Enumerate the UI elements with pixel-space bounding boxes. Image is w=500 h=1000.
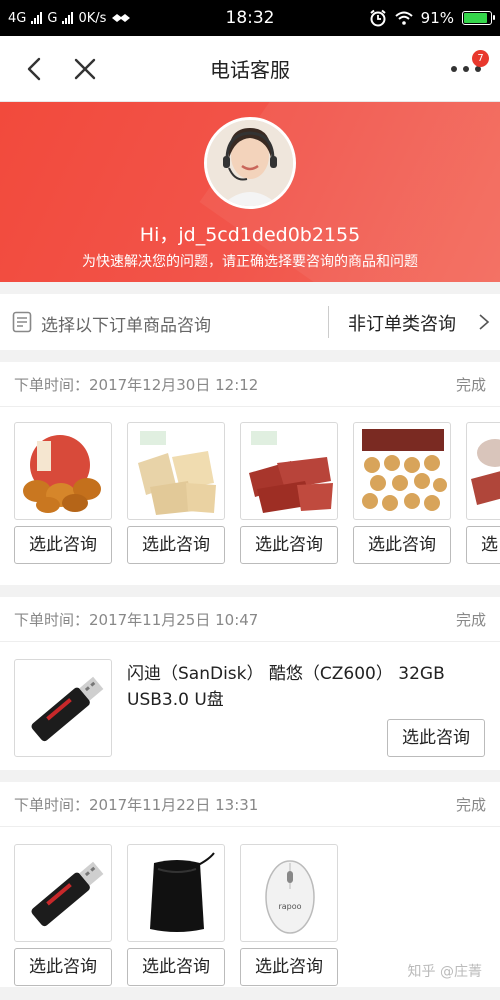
product-image-snack[interactable] xyxy=(353,422,451,520)
status-bar: 4G G 0K/s 18:32 91% xyxy=(0,0,500,36)
product-title[interactable]: 闪迪（SanDisk） 酷悠（CZ600） 32GB USB3.0 U盘 xyxy=(127,661,467,713)
notification-badge: 7 xyxy=(472,50,489,67)
select-consult-button[interactable]: 选此咨询 xyxy=(14,948,112,986)
handshake-icon xyxy=(112,14,131,22)
select-consult-button[interactable]: 选此咨询 xyxy=(127,526,225,564)
watermark: 知乎 @庄菁 xyxy=(407,964,482,980)
document-icon xyxy=(12,311,32,333)
battery-icon xyxy=(462,11,495,25)
order-status: 完成 xyxy=(455,375,486,394)
chevron-right-icon[interactable] xyxy=(478,314,490,330)
battery-percent: 91% xyxy=(420,9,454,27)
product-image-usb[interactable] xyxy=(14,659,112,757)
headset-agent-icon xyxy=(207,120,293,206)
back-arrow-icon[interactable] xyxy=(22,56,48,82)
product-image-chestnut[interactable] xyxy=(14,422,112,520)
order-card: 下单时间：2017年11月25日 10:47 完成 闪迪（SanDisk） 酷悠… xyxy=(0,597,500,770)
select-consult-button[interactable]: 选此咨询 xyxy=(127,948,225,986)
select-consult-button[interactable]: 选此咨询 xyxy=(14,526,112,564)
nav-bar: 电话客服 7 xyxy=(0,36,500,102)
order-card: 下单时间：2017年12月30日 12:12 完成 选此咨询 选此咨询 选此咨询… xyxy=(0,362,500,585)
consult-type-bar: 选择以下订单商品咨询 非订单类咨询 xyxy=(0,294,500,350)
select-consult-button[interactable]: 选此咨询 xyxy=(387,719,485,757)
network-speed: 0K/s xyxy=(78,10,107,26)
alarm-icon xyxy=(370,9,386,27)
header-subtitle: 为快速解决您的问题，请正确选择要咨询的商品和问题 xyxy=(82,254,418,270)
product-image-pouch[interactable] xyxy=(127,844,225,942)
product-image-partial[interactable] xyxy=(466,422,500,520)
order-time: 下单时间：2017年12月30日 12:12 xyxy=(14,375,259,394)
product-image-jerky[interactable] xyxy=(240,422,338,520)
order-status: 完成 xyxy=(455,610,486,629)
non-order-consult-link[interactable]: 非订单类咨询 xyxy=(348,310,456,336)
network-label: 4G xyxy=(8,10,27,26)
select-consult-button[interactable]: 选此咨询 xyxy=(240,948,338,986)
select-consult-button[interactable]: 选此咨询 xyxy=(353,526,451,564)
order-card: 下单时间：2017年11月22日 13:31 完成 rapoo 选此咨询 选此咨… xyxy=(0,782,500,987)
agent-avatar xyxy=(204,117,296,209)
product-image-tofu[interactable] xyxy=(127,422,225,520)
order-consult-label: 选择以下订单商品咨询 xyxy=(41,316,211,336)
select-consult-button[interactable]: 选此咨询 xyxy=(240,526,338,564)
service-header: Hi，jd_5cd1ded0b2155 为快速解决您的问题，请正确选择要咨询的商… xyxy=(0,102,500,282)
order-status: 完成 xyxy=(455,795,486,814)
wifi-icon xyxy=(394,11,413,25)
network-label-2: G xyxy=(47,10,58,26)
product-image-mouse[interactable]: rapoo xyxy=(240,844,338,942)
signal-icon-2 xyxy=(62,12,74,24)
order-time: 下单时间：2017年11月22日 13:31 xyxy=(14,795,259,814)
signal-icon xyxy=(31,12,43,24)
select-consult-button[interactable]: 选此咨询 xyxy=(466,526,500,564)
product-image-usb[interactable] xyxy=(14,844,112,942)
user-greeting: Hi，jd_5cd1ded0b2155 xyxy=(139,224,361,246)
divider xyxy=(328,306,329,338)
svg-text:rapoo: rapoo xyxy=(278,902,301,911)
close-icon[interactable] xyxy=(72,56,98,82)
order-time: 下单时间：2017年11月25日 10:47 xyxy=(14,610,259,629)
